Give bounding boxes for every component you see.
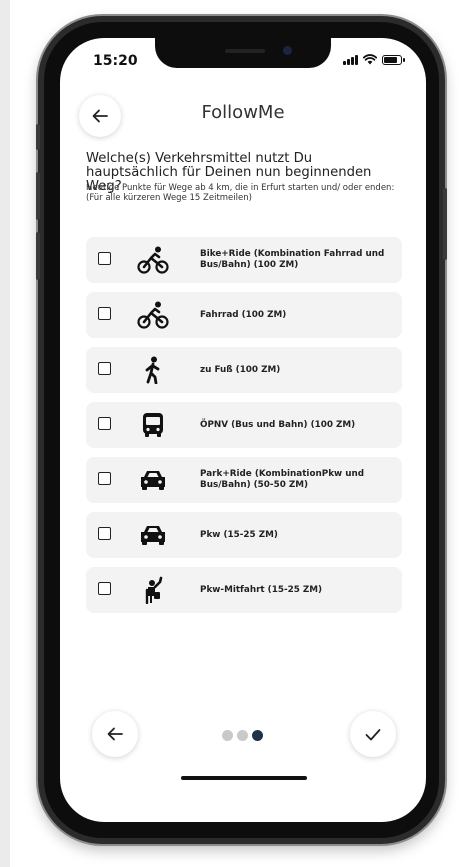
mute-switch: [36, 124, 40, 150]
status-icons: [343, 54, 405, 65]
notch: [155, 38, 331, 68]
option-fahrrad[interactable]: Fahrrad (100 ZM): [86, 292, 402, 338]
option-label: Pkw (15-25 ZM): [200, 529, 278, 540]
option-label: zu Fuß (100 ZM): [200, 364, 281, 375]
hitchhiker-icon: [136, 575, 170, 605]
bus-icon: [136, 410, 170, 440]
option-park-ride[interactable]: Park+Ride (KombinationPkw und Bus/Bahn) …: [86, 457, 402, 503]
home-indicator[interactable]: [181, 776, 307, 780]
option-bike-ride[interactable]: Bike+Ride (Kombination Fahrrad und Bus/B…: [86, 237, 402, 283]
option-label: ÖPNV (Bus und Bahn) (100 ZM): [200, 419, 356, 430]
question-note: Heutige Punkte für Wege ab 4 km, die in …: [86, 183, 395, 203]
option-oepnv[interactable]: ÖPNV (Bus und Bahn) (100 ZM): [86, 402, 402, 448]
volume-down-button: [36, 232, 40, 280]
page-title: FollowMe: [201, 102, 285, 123]
battery-icon: [382, 54, 405, 65]
confirm-button[interactable]: [350, 711, 396, 757]
option-checkbox[interactable]: [98, 527, 111, 540]
option-checkbox[interactable]: [98, 472, 111, 485]
option-pkw-mitfahrt[interactable]: Pkw-Mitfahrt (15-25 ZM): [86, 567, 402, 613]
arrow-left-icon: [107, 727, 123, 741]
bike-rider-icon: [136, 300, 170, 330]
status-time: 15:20: [93, 53, 138, 69]
option-checkbox[interactable]: [98, 582, 111, 595]
wifi-icon: [363, 54, 377, 65]
walking-person-icon: [136, 355, 170, 385]
checkmark-icon: [365, 728, 381, 740]
option-pkw[interactable]: Pkw (15-25 ZM): [86, 512, 402, 558]
transport-options: Bike+Ride (Kombination Fahrrad und Bus/B…: [86, 237, 402, 622]
option-checkbox[interactable]: [98, 307, 111, 320]
bike-rider-icon: [136, 245, 170, 275]
option-label: Fahrrad (100 ZM): [200, 309, 287, 320]
power-button: [443, 188, 447, 260]
option-zu-fuss[interactable]: zu Fuß (100 ZM): [86, 347, 402, 393]
car-icon: [136, 465, 170, 495]
page-dot: [222, 730, 233, 741]
signal-icon: [343, 54, 358, 65]
page-dot-active: [252, 730, 263, 741]
option-checkbox[interactable]: [98, 252, 111, 265]
option-label: Pkw-Mitfahrt (15-25 ZM): [200, 584, 323, 595]
volume-up-button: [36, 172, 40, 220]
option-checkbox[interactable]: [98, 362, 111, 375]
option-label: Park+Ride (KombinationPkw und Bus/Bahn) …: [200, 469, 365, 490]
car-icon: [136, 520, 170, 550]
page-background: 15:20 FollowMe Welche(s) Verkehrsmittel …: [10, 0, 459, 867]
app-screen: 15:20 FollowMe Welche(s) Verkehrsmittel …: [60, 38, 426, 822]
pagination-dots: [222, 730, 263, 741]
option-label: Bike+Ride (Kombination Fahrrad und Bus/B…: [200, 249, 385, 270]
previous-button[interactable]: [92, 711, 138, 757]
option-checkbox[interactable]: [98, 417, 111, 430]
page-dot: [237, 730, 248, 741]
